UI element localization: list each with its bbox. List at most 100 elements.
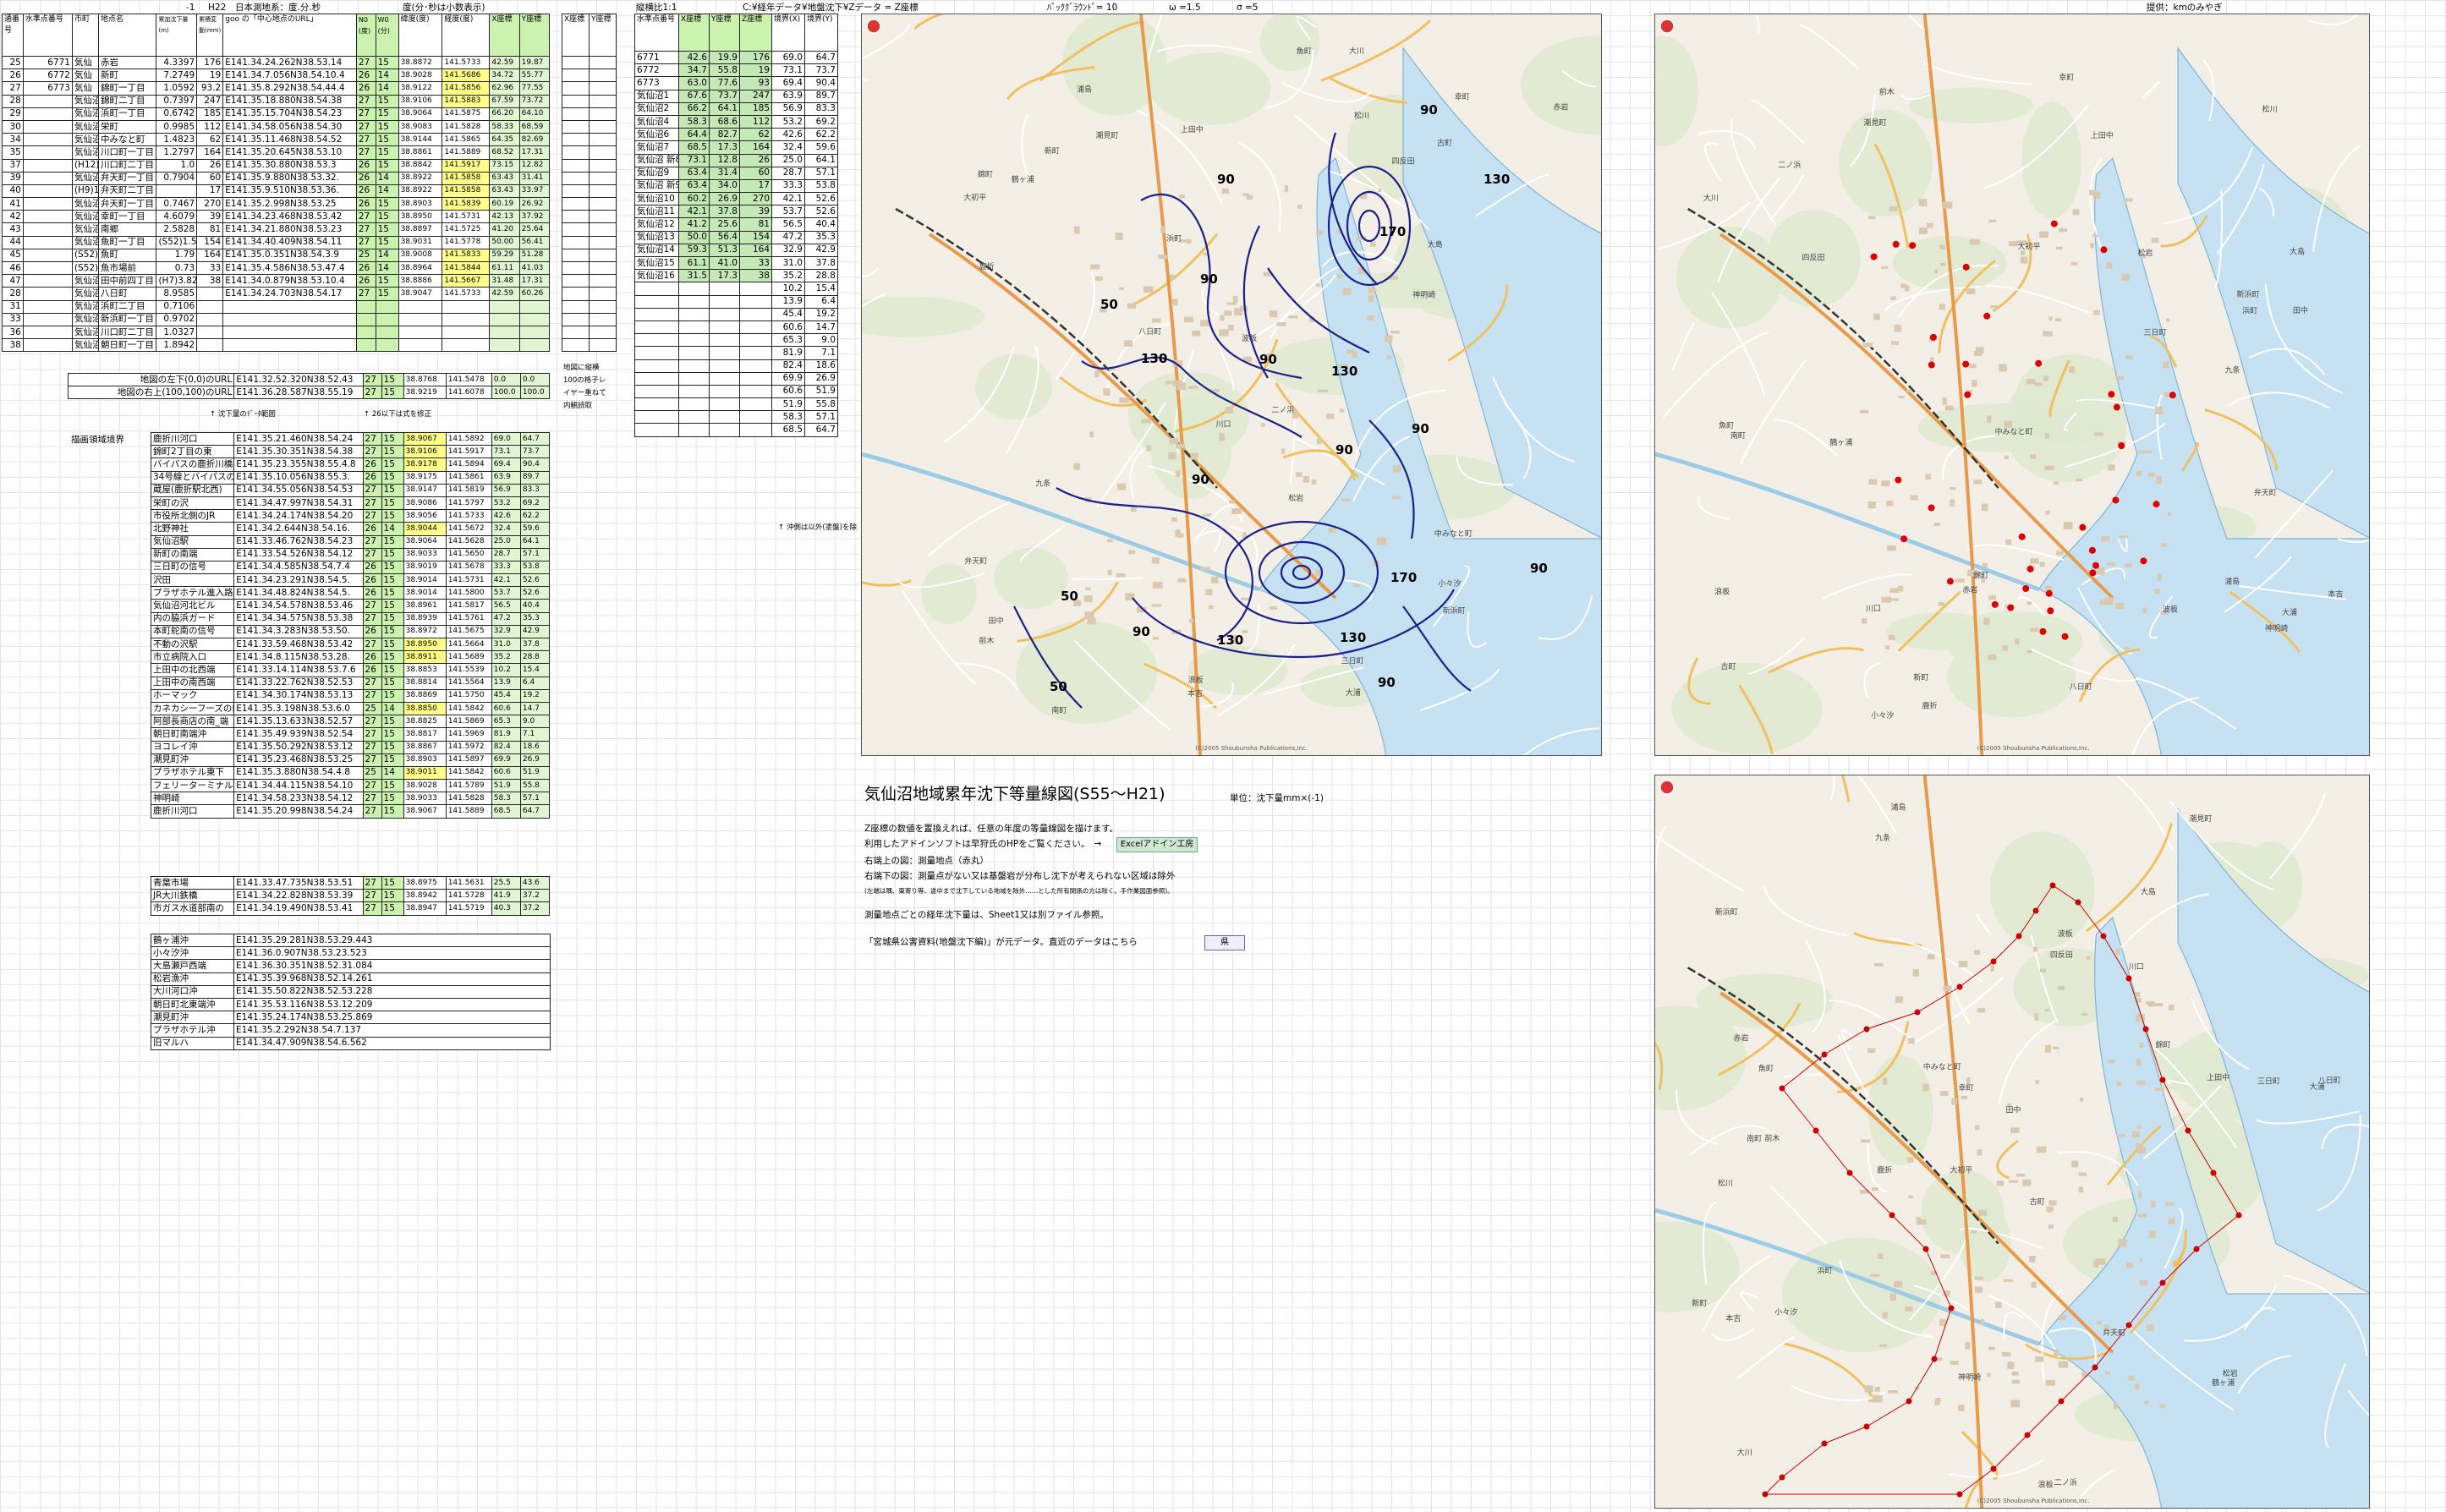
place-label: 中みなと町 (1434, 529, 1473, 539)
table-cell: 61.1 (678, 255, 710, 271)
boundary-point (1948, 1305, 1955, 1312)
table-cell: 60.26 (518, 287, 551, 301)
table-cell: E141.35.3.198N38.53.6.0 (233, 701, 364, 716)
table-row: JR大川鉄橋 E141.34.22.828N38.53.39 27 15 38.8942… (150, 889, 551, 903)
place-label: 九条 (1875, 832, 1890, 842)
table-cell: 73.1 (771, 63, 805, 78)
table-cell: 38.9014 (403, 573, 447, 588)
table-cell: 141.5731 (445, 573, 492, 588)
table-row: 気仙沼7 68.5 17.3 164 32.4 59.6 (634, 140, 838, 155)
boundary-point (2092, 1364, 2098, 1371)
table-cell: 26 (355, 68, 376, 83)
table-cell: E141.34.0.879N38.53.10.4 (222, 274, 357, 288)
table-cell: 新浜町一丁目 (98, 312, 157, 326)
table-cell: 62 (739, 128, 772, 142)
table-cell: 42 (2, 210, 24, 224)
table-cell: E141.34.55.056N38.54.53 (233, 483, 364, 497)
table-cell: 1.2797 (156, 145, 198, 160)
place-label: 新町 (1045, 145, 1060, 156)
boundary-point (2210, 1170, 2217, 1176)
table-cell: 15 (375, 210, 399, 224)
place-label: 神明崎 (2265, 623, 2288, 633)
table-cell (22, 145, 73, 160)
place-label: 古町 (2030, 1197, 2045, 1207)
info-line: Z座標の数値を置換えれば、任意の年度の等量線図を描けます。 (864, 824, 1119, 834)
table-cell: 41.2 (678, 217, 710, 232)
table-cell: 59.6 (519, 522, 551, 536)
table-row: 82.4 18.6 (634, 359, 838, 373)
contour-map: 浦島 大島 大浦 大初平 古町 前木 新浜町 川口 松川 四反田 田中 大川 九条 鹿折 浪板 二ノ浜 神明崎 潮… (861, 14, 1602, 756)
table-cell: 気仙沼10 (71, 197, 100, 211)
table-cell: 141.5664 (445, 637, 492, 652)
table-cell: 63.4 (678, 166, 710, 180)
table-cell: 38.9144 (398, 133, 443, 147)
header-degree-label: 度(分･秒は小数表示) (403, 3, 485, 13)
table-cell (22, 325, 73, 340)
table-cell: 27 (362, 792, 382, 806)
table-row: 気仙沼9 63.4 31.4 60 28.7 57.1 (634, 166, 838, 180)
table-row: 25 6771 気仙 赤岩 4.3397 176 E141.34.24.262N38.53.… (2, 55, 551, 70)
place-label: 大浦 (1346, 688, 1361, 698)
table-cell: 気仙沼8 (71, 325, 100, 340)
table-cell: 19 (739, 63, 772, 78)
table-cell: 15 (381, 804, 404, 819)
place-label: 大川 (1703, 193, 1719, 203)
table-cell: 59.3 (678, 243, 710, 258)
table-cell: 14 (381, 765, 404, 781)
table-row: 36 気仙沼8川口町二丁目1.0327 (2, 325, 551, 340)
table-cell: 気仙沼4 (71, 119, 100, 134)
table-row: 気仙沼 新9 63.4 34.0 17 33.3 53.8 (634, 178, 838, 194)
table-cell: 60.19 (489, 197, 520, 211)
table-cell: 46 (2, 260, 24, 276)
table-cell: 36 (2, 325, 24, 340)
table-cell: 蔵屋(鹿折駅北西) (150, 483, 235, 497)
boundary-point (2015, 933, 2022, 940)
table-cell: 阿部長商店の南_端 (150, 715, 235, 729)
table-cell (375, 299, 399, 314)
boundary-table: 鹿折川河口 E141.35.21.460N38.54.24 27 15 38.9067 1… (150, 431, 551, 819)
table-cell: 141.5883 (441, 94, 491, 108)
table-cell: 81 (739, 217, 772, 232)
place-label: 赤岩 (1962, 584, 1977, 594)
data-link-button[interactable]: 県 (1204, 935, 1245, 950)
table-cell: 27 (355, 210, 376, 224)
table-cell: 1.0 (156, 158, 198, 173)
table-cell (398, 299, 443, 314)
table-cell: 38.9086 (403, 496, 447, 511)
table-cell: 37.8 (709, 205, 740, 219)
table-cell: 141.5728 (445, 889, 492, 903)
survey-point-marker (2079, 523, 2087, 531)
table-row (562, 299, 617, 314)
table-cell: 141.5875 (441, 107, 491, 121)
table-cell: 市立病院入口 (150, 650, 235, 665)
table-cell: 大川河口沖 (151, 984, 234, 999)
survey-point-marker (1928, 361, 1935, 369)
table-cell: (S52) (71, 248, 100, 263)
table-cell: 6773 (634, 76, 679, 90)
col-header: 水準点番号 (634, 14, 679, 52)
table-cell: 69.9 (491, 753, 521, 767)
table-cell (22, 312, 73, 326)
table-cell (375, 325, 399, 340)
table-cell: フェリーターミナル (150, 779, 235, 793)
table-cell: 141.5897 (445, 753, 492, 767)
table-cell: 69.0 (771, 50, 805, 65)
table-cell: 27 (355, 94, 376, 108)
table-cell: 地図の左下(0,0)のURL (67, 372, 235, 387)
table-cell: 27 (362, 534, 382, 549)
table-cell (196, 312, 224, 326)
table-cell: 38.8950 (403, 637, 447, 652)
place-label: 大島 (2290, 246, 2305, 256)
place-label: 南町 (1051, 705, 1067, 715)
table-row: 青葉市場 E141.33.47.735N38.53.51 27 15 38.8975 14… (150, 875, 551, 890)
table-cell: 25.0 (491, 534, 521, 549)
boundary-point (2159, 1279, 2166, 1286)
excel-addin-button[interactable]: Excelアドイン工房 (1116, 837, 1198, 852)
table-cell: 19.87 (518, 55, 551, 70)
table-cell: 64.7 (804, 50, 838, 65)
table-cell: 64.1 (804, 153, 838, 167)
table-cell: 30 (2, 119, 24, 134)
place-label: 八日町 (2318, 1076, 2341, 1086)
note-formula: ↑ 26以下は式を修正 (364, 410, 432, 419)
table-cell: 141.5972 (445, 740, 492, 754)
